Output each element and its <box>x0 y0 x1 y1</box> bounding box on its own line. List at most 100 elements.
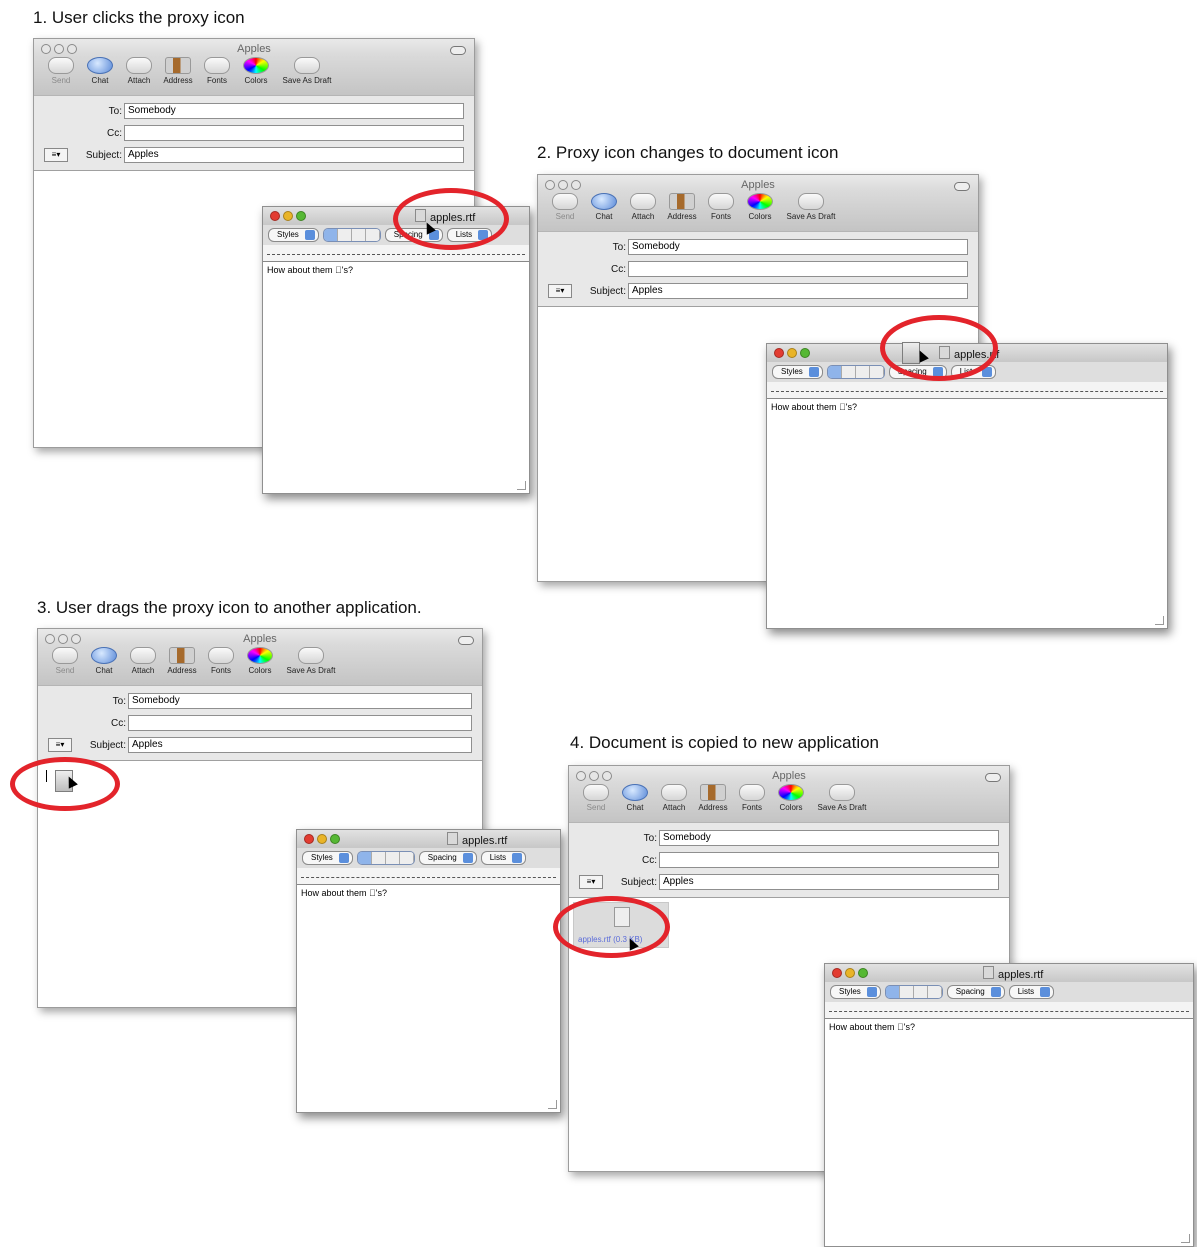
chat-button[interactable]: Chat <box>616 784 654 822</box>
zoom-button[interactable] <box>800 348 810 358</box>
styles-popup[interactable]: Styles <box>302 851 353 865</box>
alignment-control[interactable] <box>884 985 943 999</box>
attach-button[interactable]: Attach <box>655 784 693 822</box>
ruler[interactable] <box>825 1002 1193 1019</box>
toolbar-toggle-button[interactable] <box>450 46 466 55</box>
align-center-icon[interactable] <box>371 852 386 864</box>
align-center-icon[interactable] <box>841 366 856 378</box>
send-button[interactable]: Send <box>546 193 584 231</box>
styles-popup[interactable]: Styles <box>268 228 319 242</box>
minimize-button[interactable] <box>845 968 855 978</box>
attach-button[interactable]: Attach <box>624 193 662 231</box>
subject-field[interactable]: Apples <box>128 737 472 753</box>
send-button[interactable]: Send <box>577 784 615 822</box>
align-right-icon[interactable] <box>365 229 380 241</box>
lists-popup[interactable]: Lists <box>1008 985 1055 999</box>
ruler[interactable] <box>767 382 1167 399</box>
send-button[interactable]: Send <box>46 647 84 685</box>
close-button[interactable] <box>270 211 280 221</box>
close-button[interactable] <box>304 834 314 844</box>
align-right-icon[interactable] <box>399 852 414 864</box>
cc-field[interactable] <box>128 715 472 731</box>
spacing-popup[interactable]: Spacing <box>946 985 1005 999</box>
styles-popup[interactable]: Styles <box>772 365 823 379</box>
align-left-icon[interactable] <box>357 852 372 864</box>
minimize-button[interactable] <box>283 211 293 221</box>
zoom-button[interactable] <box>330 834 340 844</box>
document-body[interactable]: How about them 's? <box>297 885 560 901</box>
close-button[interactable] <box>832 968 842 978</box>
colors-button[interactable]: Colors <box>772 784 810 822</box>
address-button[interactable]: Address <box>159 57 197 95</box>
save-as-draft-button[interactable]: Save As Draft <box>780 193 842 231</box>
spacing-popup[interactable]: Spacing <box>418 851 477 865</box>
alignment-control[interactable] <box>322 228 381 242</box>
document-body[interactable]: How about them 's? <box>767 399 1167 415</box>
align-center-icon[interactable] <box>899 986 914 998</box>
close-button[interactable] <box>774 348 784 358</box>
subject-field[interactable]: Apples <box>659 874 999 890</box>
toolbar-toggle-button[interactable] <box>954 182 970 191</box>
align-justify-icon[interactable] <box>385 852 400 864</box>
cc-field[interactable] <box>659 852 999 868</box>
to-field[interactable]: Somebody <box>124 103 464 119</box>
align-justify-icon[interactable] <box>913 986 928 998</box>
resize-handle[interactable] <box>517 481 526 490</box>
save-as-draft-button[interactable]: Save As Draft <box>276 57 338 95</box>
textedit-titlebar[interactable]: apples.rtf <box>825 964 1193 982</box>
fonts-button[interactable]: Fonts <box>202 647 240 685</box>
to-field[interactable]: Somebody <box>628 239 968 255</box>
fonts-button[interactable]: Fonts <box>702 193 740 231</box>
ruler[interactable] <box>297 868 560 885</box>
fonts-button[interactable]: Fonts <box>733 784 771 822</box>
minimize-button[interactable] <box>787 348 797 358</box>
zoom-button[interactable] <box>296 211 306 221</box>
align-right-icon[interactable] <box>927 986 942 998</box>
resize-handle[interactable] <box>548 1100 557 1109</box>
ruler[interactable] <box>263 245 529 262</box>
document-body[interactable]: How about them 's? <box>263 262 529 278</box>
toolbar-toggle-button[interactable] <box>458 636 474 645</box>
save-as-draft-button[interactable]: Save As Draft <box>811 784 873 822</box>
resize-handle[interactable] <box>1155 616 1164 625</box>
align-center-icon[interactable] <box>337 229 352 241</box>
attach-button[interactable]: Attach <box>120 57 158 95</box>
textedit-titlebar[interactable]: apples.rtf <box>297 830 560 848</box>
cc-field[interactable] <box>628 261 968 277</box>
align-right-icon[interactable] <box>869 366 884 378</box>
chat-button[interactable]: Chat <box>85 647 123 685</box>
chat-button[interactable]: Chat <box>81 57 119 95</box>
account-menu-button[interactable]: ≡▾ <box>579 875 603 889</box>
chat-button[interactable]: Chat <box>585 193 623 231</box>
align-left-icon[interactable] <box>885 986 900 998</box>
zoom-button[interactable] <box>858 968 868 978</box>
account-menu-button[interactable]: ≡▾ <box>48 738 72 752</box>
colors-button[interactable]: Colors <box>237 57 275 95</box>
styles-popup[interactable]: Styles <box>830 985 881 999</box>
lists-popup[interactable]: Lists <box>480 851 527 865</box>
alignment-control[interactable] <box>826 365 885 379</box>
minimize-button[interactable] <box>317 834 327 844</box>
address-button[interactable]: Address <box>663 193 701 231</box>
alignment-control[interactable] <box>356 851 415 865</box>
align-left-icon[interactable] <box>827 366 842 378</box>
to-field[interactable]: Somebody <box>659 830 999 846</box>
colors-button[interactable]: Colors <box>241 647 279 685</box>
align-justify-icon[interactable] <box>351 229 366 241</box>
save-as-draft-button[interactable]: Save As Draft <box>280 647 342 685</box>
toolbar-toggle-button[interactable] <box>985 773 1001 782</box>
subject-field[interactable]: Apples <box>124 147 464 163</box>
align-justify-icon[interactable] <box>855 366 870 378</box>
document-body[interactable]: How about them 's? <box>825 1019 1193 1035</box>
to-field[interactable]: Somebody <box>128 693 472 709</box>
cc-field[interactable] <box>124 125 464 141</box>
account-menu-button[interactable]: ≡▾ <box>44 148 68 162</box>
attach-button[interactable]: Attach <box>124 647 162 685</box>
account-menu-button[interactable]: ≡▾ <box>548 284 572 298</box>
proxy-document-icon[interactable] <box>447 832 458 845</box>
send-button[interactable]: Send <box>42 57 80 95</box>
align-left-icon[interactable] <box>323 229 338 241</box>
proxy-document-icon[interactable] <box>983 966 994 979</box>
subject-field[interactable]: Apples <box>628 283 968 299</box>
colors-button[interactable]: Colors <box>741 193 779 231</box>
